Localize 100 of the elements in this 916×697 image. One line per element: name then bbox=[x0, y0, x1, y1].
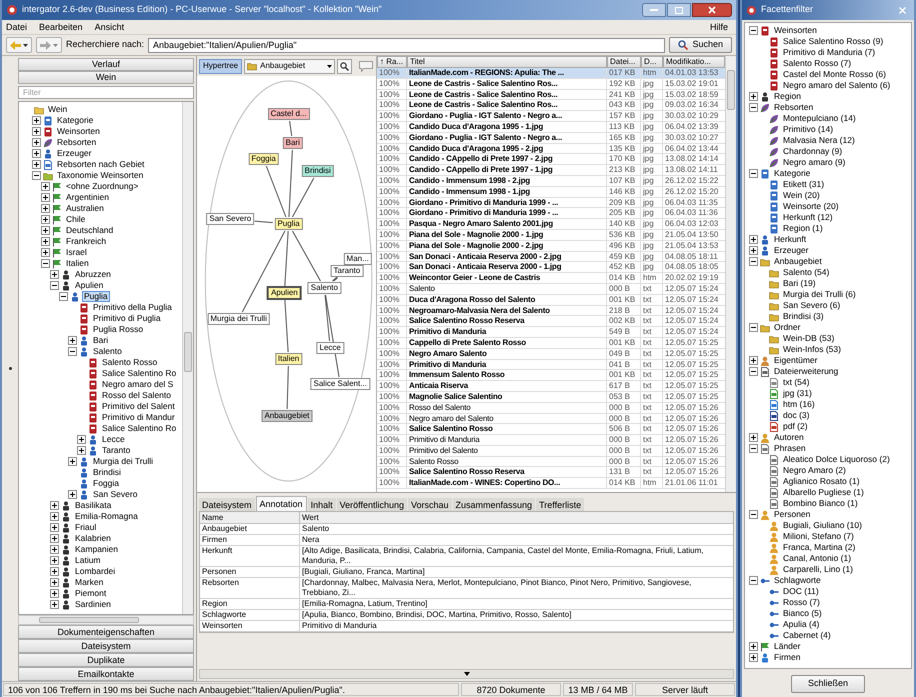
expander-icon[interactable] bbox=[68, 457, 76, 466]
result-row[interactable]: 100% Primitivo di Manduria 549 B txt 12.05.07 15:24 bbox=[377, 327, 725, 338]
panel-button[interactable]: Dateisystem bbox=[18, 639, 194, 653]
tree-item[interactable]: Taranto bbox=[100, 445, 132, 456]
tree-item[interactable]: Kategorie bbox=[772, 168, 812, 179]
tree-item[interactable]: Primitivo di Mandur bbox=[100, 412, 177, 423]
tree-item[interactable]: Schlagworte bbox=[772, 575, 823, 586]
tree-item[interactable]: Kategorie bbox=[55, 115, 96, 126]
result-row[interactable]: 100% ItalianMade.com - WINES: Copertino DO... 014 KB htm 21.01.06 11:01 bbox=[377, 478, 725, 490]
tree-item[interactable]: Wein (20) bbox=[781, 190, 822, 201]
expander-icon[interactable] bbox=[32, 138, 40, 147]
tree-item[interactable]: Basilikata bbox=[73, 500, 114, 511]
tree-item[interactable]: Herkunft bbox=[772, 234, 808, 245]
expander-icon[interactable] bbox=[748, 642, 758, 651]
expander-icon[interactable] bbox=[50, 501, 58, 510]
zoom-button[interactable] bbox=[337, 58, 352, 74]
tree-item[interactable]: Castel del Monte Rosso (6) bbox=[781, 69, 888, 80]
tree-item[interactable]: Negro amaro del Salento (6) bbox=[781, 80, 892, 91]
expander-icon[interactable] bbox=[40, 193, 50, 202]
tree-item[interactable]: Phrasen bbox=[772, 443, 808, 454]
tree-item[interactable]: Montepulciano (14) bbox=[781, 113, 858, 124]
tree-item[interactable]: Lombardei bbox=[73, 566, 118, 577]
tree-item[interactable]: Erzeuger bbox=[772, 245, 810, 256]
tree-item[interactable]: Rebsorten bbox=[772, 102, 816, 113]
result-row[interactable]: 100% Rosso del Salento 000 B txt 12.05.07 15:26 bbox=[377, 402, 725, 414]
tree-item[interactable]: Wein-DB (53) bbox=[781, 333, 836, 344]
hypertree-tab[interactable]: Hypertree bbox=[199, 58, 242, 74]
tree-item[interactable]: Apulien bbox=[73, 280, 106, 291]
tree-item[interactable]: Murgia dei Trulli (6) bbox=[781, 289, 858, 300]
menu-item[interactable]: Ansicht bbox=[94, 21, 124, 33]
result-row[interactable]: 100% Primitivo di Manduria 041 B txt 12.05.07 15:25 bbox=[377, 360, 725, 370]
tree-node[interactable]: San Severo bbox=[206, 213, 254, 225]
tree-item[interactable]: pdf (2) bbox=[781, 421, 810, 432]
tree-item[interactable]: Primitivo della Puglia bbox=[91, 302, 174, 313]
result-row[interactable]: 100% Salice Salentino Rosso Reserva 131 B txt 12.05.07 15:26 bbox=[377, 467, 725, 478]
result-row[interactable]: 100% Weincontor Geier - Leone de Castris 014 KB htm 20.02.02 19:19 bbox=[377, 273, 725, 284]
tab[interactable]: Vorschau bbox=[408, 498, 452, 511]
section-header[interactable]: Verlauf bbox=[18, 58, 194, 71]
tree-item[interactable]: Bombino Bianco (1) bbox=[781, 498, 860, 509]
expander-icon[interactable] bbox=[50, 512, 58, 521]
tree-node[interactable]: Murgia dei Trulli bbox=[207, 313, 270, 325]
expander-icon[interactable] bbox=[748, 103, 758, 112]
tree-item[interactable]: San Severo bbox=[91, 489, 140, 500]
filter-field[interactable]: Filter bbox=[18, 86, 194, 99]
tree-item[interactable]: Salento bbox=[91, 346, 124, 357]
tree-item[interactable]: Autoren bbox=[772, 432, 806, 443]
result-row[interactable]: 100% Negro amaro del Salento 000 B txt 12.05.07 15:26 bbox=[377, 414, 725, 424]
tree-item[interactable]: Rebsorten bbox=[55, 137, 98, 148]
tree-node[interactable]: Apulien bbox=[267, 286, 302, 300]
section-header[interactable]: Wein bbox=[18, 71, 194, 84]
menu-item[interactable]: Hilfe bbox=[710, 21, 732, 33]
tree-item[interactable]: Apulia (4) bbox=[781, 619, 822, 630]
tree-item[interactable]: Eigentümer bbox=[772, 355, 820, 366]
tree-node[interactable]: Anbaugebiet bbox=[261, 410, 312, 422]
tree-item[interactable]: Primitivo di Manduria (7) bbox=[781, 47, 878, 58]
maximize-button[interactable] bbox=[667, 3, 691, 17]
tree-item[interactable]: doc (3) bbox=[781, 410, 812, 421]
tree-item[interactable]: Rosso (7) bbox=[781, 597, 822, 608]
expander-icon[interactable] bbox=[32, 160, 40, 169]
expander-icon[interactable] bbox=[40, 248, 50, 257]
column-header[interactable]: Name bbox=[200, 512, 300, 523]
tree-item[interactable]: Salento (54) bbox=[781, 267, 832, 278]
expander-icon[interactable] bbox=[50, 567, 58, 576]
result-row[interactable]: 100% San Donaci - Anticaia Reserva 2000 - 1.jpg 452 KB jpg 04.08.05 18:05 bbox=[377, 262, 725, 274]
tree-item[interactable]: Wein bbox=[46, 104, 70, 115]
tree-item[interactable]: Primitivo (14) bbox=[781, 124, 836, 135]
result-row[interactable]: 100% Primitivo di Manduria 000 B txt 12.05.07 15:26 bbox=[377, 435, 725, 446]
result-row[interactable]: 100% Piana del Sole - Magnolie 2000 - 2.jpg 496 KB jpg 21.05.04 13:53 bbox=[377, 240, 725, 252]
tree-item[interactable]: Aglianico Rosato (1) bbox=[781, 476, 862, 487]
result-row[interactable]: 100% Anticaia Riserva 617 B txt 12.05.07 15:25 bbox=[377, 381, 725, 392]
result-row[interactable]: 100% Salento Rosso 000 B txt 12.05.07 15:26 bbox=[377, 456, 725, 468]
result-row[interactable]: 100% Negro Amaro Salento 049 B txt 12.05.07 15:25 bbox=[377, 348, 725, 360]
result-row[interactable]: 100% Candido - CAppello di Prete 1997 - 2.jpg 170 KB jpg 13.08.02 14:14 bbox=[377, 154, 725, 166]
tree-item[interactable]: Brindisi bbox=[91, 467, 123, 478]
expander-icon[interactable] bbox=[748, 356, 758, 365]
expander-icon[interactable] bbox=[50, 578, 58, 587]
expander-icon[interactable] bbox=[50, 270, 58, 279]
tree-item[interactable]: Brindisi (3) bbox=[781, 311, 826, 322]
expander-icon[interactable] bbox=[748, 235, 758, 244]
result-row[interactable]: 100% Candido - CAppello di Prete 1997 - 1.jpg 213 KB jpg 13.08.02 14:11 bbox=[377, 165, 725, 176]
tree-item[interactable]: Primitivo del Salent bbox=[100, 401, 177, 412]
tree-item[interactable]: Deutschland bbox=[64, 225, 116, 236]
menu-item[interactable]: Bearbeiten bbox=[39, 21, 83, 33]
expander-icon[interactable] bbox=[748, 653, 758, 662]
panel-button[interactable]: Dokumenteigenschaften bbox=[18, 625, 194, 639]
scrollbar[interactable] bbox=[18, 615, 194, 625]
tree-item[interactable]: Wein-Infos (53) bbox=[781, 344, 843, 355]
tree-item[interactable]: Länder bbox=[772, 641, 802, 652]
result-row[interactable]: 100% Piana del Sole - Magnolie 2000 - 1.jpg 536 KB jpg 21.05.04 13:50 bbox=[377, 230, 725, 241]
tab[interactable]: Annotation bbox=[256, 496, 307, 511]
tree-item[interactable]: Sardinien bbox=[73, 599, 113, 610]
result-row[interactable]: 100% Giordano - Puglia - IGT Salento - Negro a... 165 KB jpg 30.03.02 10:27 bbox=[377, 132, 725, 144]
result-row[interactable]: 100% Giordano - Primitivo di Manduria 1999 - ... 205 KB jpg 06.04.03 11:36 bbox=[377, 208, 725, 220]
tree-item[interactable]: Salice Salentino Rosso (9) bbox=[781, 36, 886, 47]
expander-icon[interactable] bbox=[68, 347, 76, 356]
tree-item[interactable]: DOC (11) bbox=[781, 586, 821, 597]
expander-icon[interactable] bbox=[748, 26, 758, 35]
expander-icon[interactable] bbox=[50, 281, 58, 290]
tab[interactable]: Dateisystem bbox=[199, 498, 255, 511]
tree-item[interactable]: Puglia Rosso bbox=[91, 324, 146, 335]
